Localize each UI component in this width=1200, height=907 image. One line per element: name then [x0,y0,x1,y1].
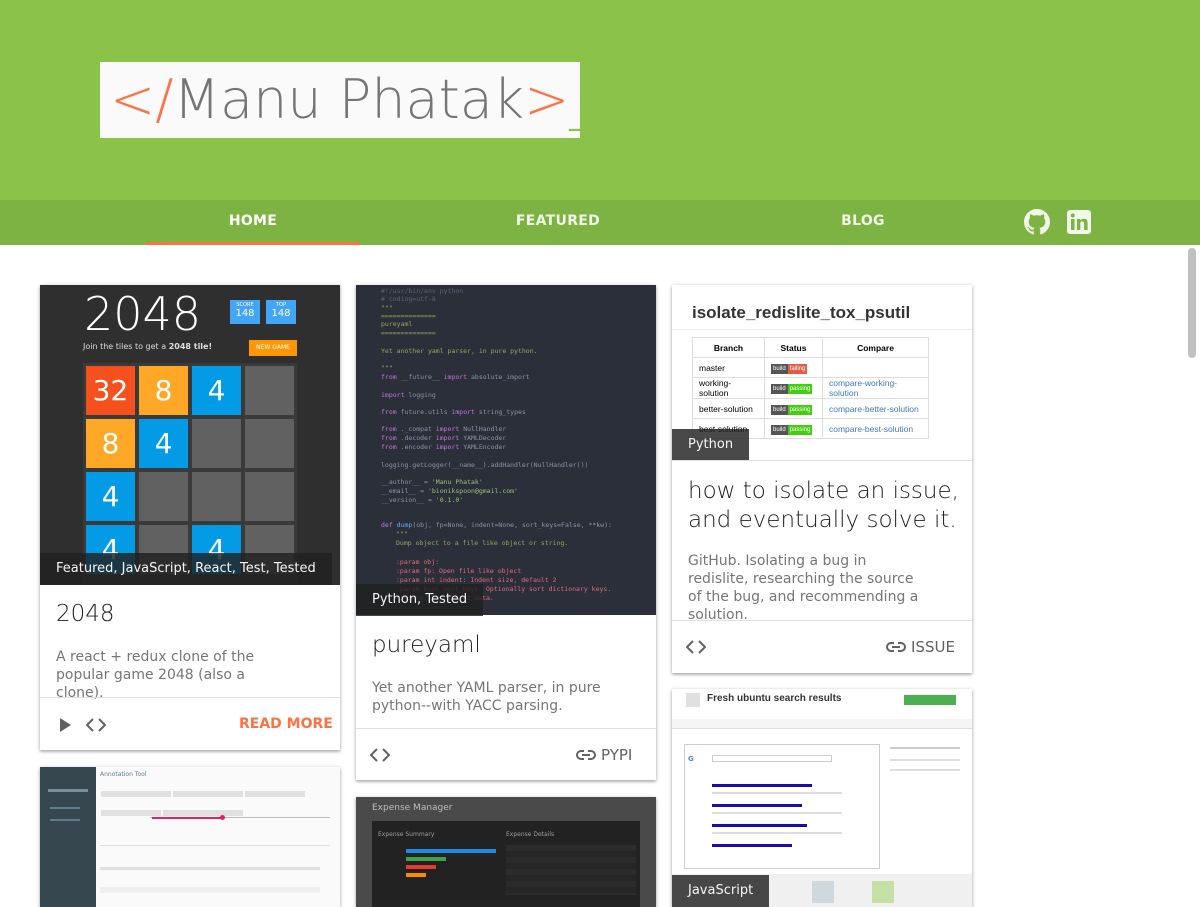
project-card-pureyaml: #!/usr/bin/env python # coding=utf-8 """… [356,285,656,780]
card-thumbnail[interactable]: 2048 SCORE 148 TOP 148 Join the tiles to… [40,285,340,585]
game-tile [245,366,294,415]
card-description: A react + redux clone of the popular gam… [56,649,255,701]
score-value: 148 [235,308,255,319]
game-tile: 8 [139,366,188,415]
card-description: GitHub. Isolating a bug in redislite, re… [688,553,919,623]
code-icon[interactable] [686,640,706,654]
github-icon[interactable] [1024,209,1050,235]
game-tile [245,419,294,468]
thumb-title: Annotation Tool [100,771,147,778]
nav-blog[interactable]: BLOG [756,200,970,245]
card-thumbnail[interactable]: Expense Manager Expense Summary Expense … [356,797,656,907]
nav-featured[interactable]: FEATURED [451,200,665,245]
tag-label: Python [672,429,750,461]
tag-label: Python, Tested [356,584,484,616]
card-title[interactable]: how to isolate an issue, and eventually … [688,477,959,535]
new-game-button[interactable]: NEW GAME [249,340,297,356]
code-icon[interactable] [370,748,390,762]
game-subtitle: Join the tiles to get a 2048 tile! [83,342,213,351]
expense-details-label: Expense Details [506,831,555,838]
logo-cursor: _ [569,68,580,131]
nav-home[interactable]: HOME [146,200,360,245]
read-more-link[interactable]: READ MORE [239,716,333,732]
thumb-title: Expense Manager [372,803,453,813]
game-tile [192,419,241,468]
game-tile: 4 [86,472,135,521]
game-heading: 2048 [84,287,202,341]
link-icon[interactable] [576,747,596,763]
site-header: </Manu Phatak>_ [0,0,1200,200]
divider [672,620,972,621]
main-nav: HOME FEATURED BLOG [0,200,1200,245]
card-title[interactable]: pureyaml [372,632,481,658]
game-tile [245,472,294,521]
top-box: TOP 148 [266,300,296,324]
issue-link[interactable]: ISSUE [911,638,955,656]
top-value: 148 [271,308,291,319]
scrollbar[interactable] [1188,248,1196,358]
logo-suffix: > [524,68,570,131]
project-card-ubuntu: Fresh ubuntu search results G JavaScript [672,689,972,907]
divider [40,697,340,698]
code-icon[interactable] [86,718,106,732]
game-tile: 4 [192,366,241,415]
link-icon[interactable] [886,639,906,655]
game-tile: 8 [86,419,135,468]
logo-name: Manu Phatak [173,68,525,131]
card-thumbnail[interactable]: Annotation Tool [40,767,340,907]
game-board: 32 8 4 8 4 4 4 4 [83,363,297,585]
pypi-link[interactable]: PYPI [601,746,632,764]
branch-table: Branch Status Compare master build failin… [692,337,929,439]
tag-label: Featured, JavaScript, React, Test, Teste… [40,553,332,585]
card-title[interactable]: 2048 [56,601,115,627]
game-tile: 4 [139,419,188,468]
play-icon[interactable] [59,718,71,732]
thumb-title: isolate_redislite_tox_psutil [692,303,911,322]
logo-prefix: </ [110,68,174,131]
card-thumbnail[interactable]: #!/usr/bin/env python # coding=utf-8 """… [356,285,656,615]
expense-summary-label: Expense Summary [378,831,435,838]
linkedin-icon[interactable] [1067,210,1091,234]
thumb-title: Fresh ubuntu search results [707,693,842,704]
tag-label: JavaScript [672,875,770,907]
site-logo[interactable]: </Manu Phatak>_ [100,62,580,138]
game-tile: 32 [86,366,135,415]
game-tile [192,472,241,521]
score-box: SCORE 148 [230,300,260,324]
project-card-annotation: Annotation Tool [40,767,340,907]
project-card-isolate: isolate_redislite_tox_psutil Branch Stat… [672,285,972,673]
divider [356,728,656,729]
card-description: Yet another YAML parser, in pure python-… [372,680,601,714]
game-tile [139,472,188,521]
project-card-2048: 2048 SCORE 148 TOP 148 Join the tiles to… [40,285,340,750]
project-card-expense: Expense Manager Expense Summary Expense … [356,797,656,907]
